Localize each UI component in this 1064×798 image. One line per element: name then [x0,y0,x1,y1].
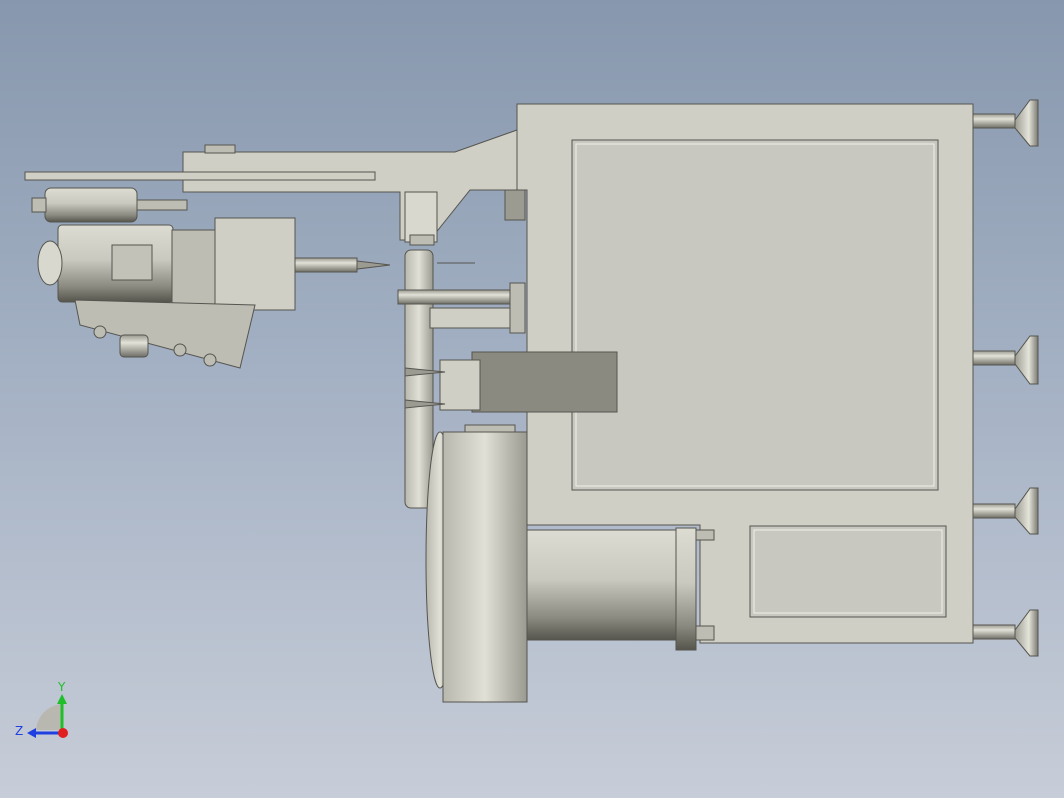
frame-panel-upper [571,139,939,491]
leveling-feet [972,99,1039,657]
cad-viewport[interactable]: Y Z [0,0,1064,798]
axis-triad: Y Z [15,680,68,738]
x-axis-dot [58,728,68,738]
leveling-foot-4 [972,609,1039,657]
leveling-foot-3 [972,487,1039,535]
z-axis-label: Z [15,724,23,738]
drill-bit [356,260,391,270]
leveling-foot-1 [972,99,1039,147]
y-axis-label: Y [57,680,66,694]
clamp-block [471,351,618,413]
drive-motor [526,529,678,641]
clamp-disc [404,249,434,509]
drive-drum [442,431,528,703]
small-cylinder [44,187,138,223]
leveling-foot-2 [972,335,1039,385]
gear-box [214,217,296,311]
frame-panel-lower [749,525,947,618]
drill-holder [294,257,358,273]
